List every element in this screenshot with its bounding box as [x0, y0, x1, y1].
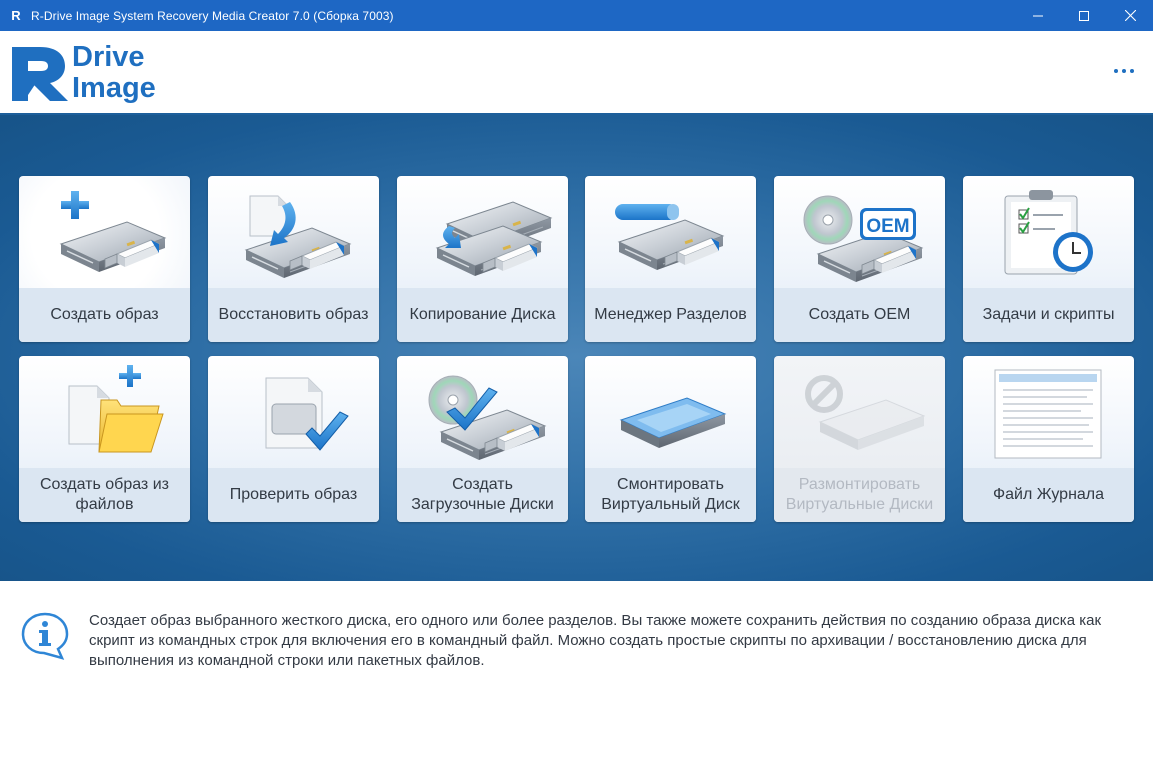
tile-restore-image[interactable]: Восстановить образ — [208, 176, 379, 342]
tile-label: Создать Загрузочные Диски — [397, 468, 568, 522]
tile-label: Размонтировать Виртуальные Диски — [774, 468, 945, 522]
tile-label: Создать образ — [19, 288, 190, 342]
tile-label: Восстановить образ — [208, 288, 379, 342]
r-drive-image-logo: Drive Image — [10, 41, 170, 103]
oem-badge: OEM — [866, 216, 909, 237]
maximize-button[interactable] — [1061, 0, 1107, 31]
description-text: Создает образ выбранного жесткого диска,… — [89, 612, 1102, 669]
info-icon — [21, 612, 69, 660]
tile-check-image[interactable]: Проверить образ — [208, 356, 379, 522]
window-controls — [1015, 0, 1153, 31]
partition-manager-icon — [615, 204, 724, 271]
tile-log-file[interactable]: Файл Журнала — [963, 356, 1134, 522]
log-file-icon — [994, 369, 1102, 459]
description-panel: Создает образ выбранного жесткого диска,… — [0, 581, 1153, 782]
close-button[interactable] — [1107, 0, 1153, 31]
tile-partition-manager[interactable]: Менеджер Разделов — [585, 176, 756, 342]
window-title: R-Drive Image System Recovery Media Crea… — [31, 8, 394, 23]
minimize-button[interactable] — [1015, 0, 1061, 31]
tile-label: Задачи и скрипты — [963, 288, 1134, 342]
logo-word-image: Image — [72, 72, 156, 104]
tile-create-boot-disks[interactable]: Создать Загрузочные Диски — [397, 356, 568, 522]
create-image-icon — [60, 191, 166, 273]
tile-create-image[interactable]: Создать образ — [19, 176, 190, 342]
title-bar: R R-Drive Image System Recovery Media Cr… — [0, 0, 1153, 31]
action-panel: Создать образ Восстановить образ Копиров… — [0, 113, 1153, 581]
tile-create-oem[interactable]: OEM Создать OEM — [774, 176, 945, 342]
unmount-virtual-disks-icon — [805, 375, 926, 450]
copy-disk-icon — [436, 201, 552, 277]
header: Drive Image — [0, 31, 1153, 113]
tile-image-from-files[interactable]: Создать образ из файлов — [19, 356, 190, 522]
close-icon — [1124, 10, 1136, 21]
minimize-icon — [1033, 15, 1043, 16]
maximize-icon — [1079, 10, 1089, 21]
check-image-icon — [265, 377, 349, 451]
tile-copy-disk[interactable]: Копирование Диска — [397, 176, 568, 342]
image-from-files-icon — [68, 365, 164, 453]
create-oem-icon: OEM — [803, 195, 923, 283]
create-boot-disks-icon — [428, 375, 546, 461]
tile-unmount-virtual-disks[interactable]: Размонтировать Виртуальные Диски — [774, 356, 945, 522]
logo-word-drive: Drive — [72, 41, 145, 73]
app-icon: R — [11, 7, 21, 23]
tasks-scripts-icon — [1004, 190, 1093, 275]
mount-virtual-disk-icon — [619, 397, 727, 448]
tile-label: Смонтировать Виртуальный Диск — [585, 468, 756, 522]
r-logo-icon — [12, 47, 68, 101]
tile-label: Создать образ из файлов — [19, 468, 190, 522]
tile-label: Проверить образ — [208, 468, 379, 522]
more-options-icon[interactable] — [1113, 67, 1135, 75]
tile-label: Создать OEM — [774, 288, 945, 342]
tile-tasks-scripts[interactable]: Задачи и скрипты — [963, 176, 1134, 342]
tile-mount-virtual-disk[interactable]: Смонтировать Виртуальный Диск — [585, 356, 756, 522]
tile-label: Копирование Диска — [397, 288, 568, 342]
tile-label: Менеджер Разделов — [585, 288, 756, 342]
tile-label: Файл Журнала — [963, 468, 1134, 522]
restore-image-icon — [245, 195, 351, 279]
